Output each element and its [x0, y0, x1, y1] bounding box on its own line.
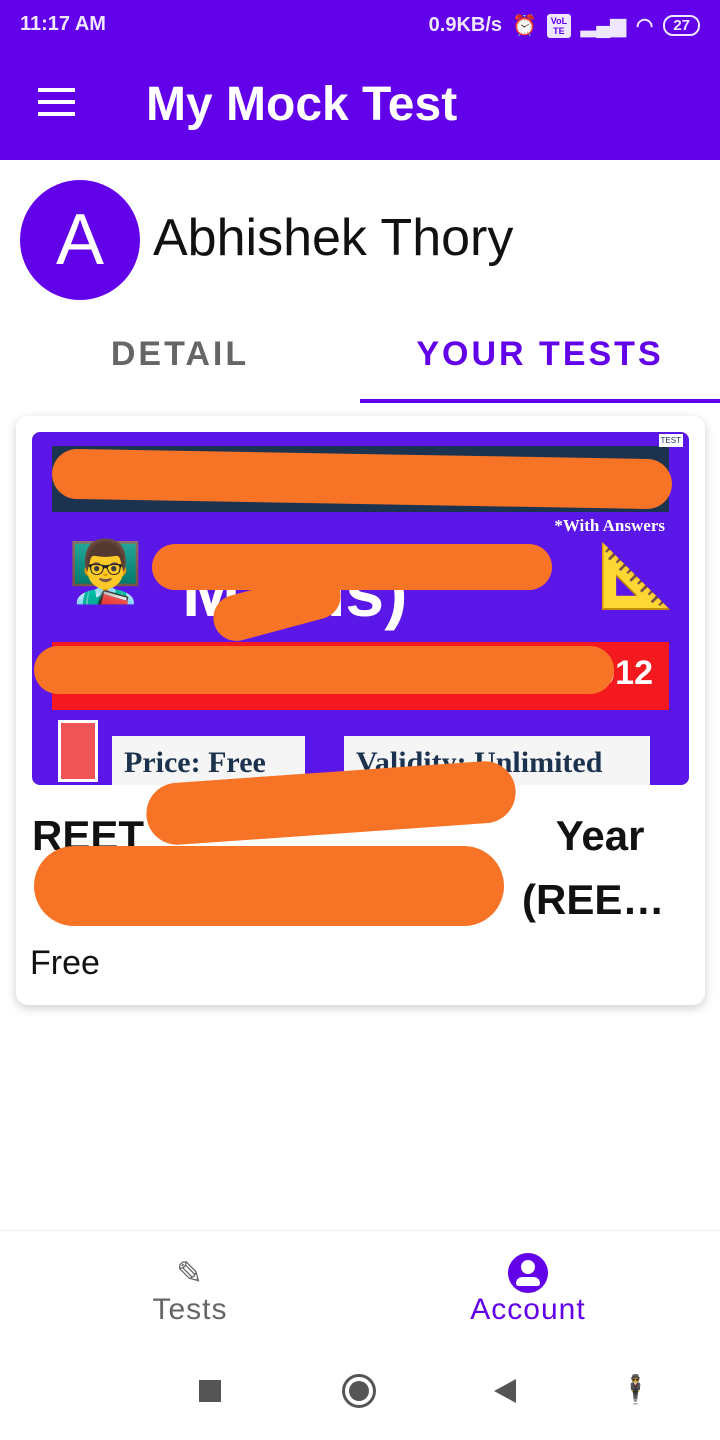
user-name: Abhishek Thory [153, 209, 514, 267]
tests-icon: ✎ [176, 1255, 204, 1291]
test-card[interactable]: TEST *With Answers 👨‍🏫 Maths) 📐 2012 Pri… [16, 416, 705, 1005]
tab-indicator [360, 399, 720, 403]
test-price: Free [30, 944, 100, 982]
nav-account-label: Account [470, 1293, 586, 1326]
status-time: 11:17 AM [20, 13, 106, 35]
test-banner-image: TEST *With Answers 👨‍🏫 Maths) 📐 2012 Pri… [32, 432, 689, 785]
hamburger-icon[interactable] [38, 88, 75, 116]
wifi-icon: ◠ [635, 15, 654, 37]
volte-badge: VoLTE [546, 13, 571, 38]
redaction [34, 646, 614, 694]
title-fragment: (REE… [522, 876, 665, 923]
back-button[interactable] [494, 1379, 516, 1403]
app-title: My Mock Test [146, 78, 458, 131]
alarm-icon: ⏰ [512, 15, 537, 37]
nav-tests[interactable]: ✎ Tests [10, 1253, 370, 1327]
redaction [34, 846, 504, 926]
tab-your-tests[interactable]: YOUR TESTS [360, 335, 720, 374]
tab-detail[interactable]: DETAIL [0, 335, 360, 374]
title-fragment: Year [555, 812, 645, 859]
recents-button[interactable] [199, 1380, 221, 1402]
system-navigation: 🕴 [0, 1355, 720, 1440]
app-bar: My Mock Test [0, 50, 720, 160]
professor-illustration: 👨‍🏫 [68, 538, 143, 605]
account-icon [508, 1253, 548, 1293]
accessibility-icon[interactable]: 🕴 [618, 1373, 653, 1406]
status-bar: 11:17 AM 0.9KB/s ⏰ VoLTE ▂▄▆ ◠ 27 [0, 0, 720, 50]
notepad-icon [58, 720, 98, 782]
signal-icon: ▂▄▆ [580, 15, 626, 37]
ruler-illustration: 📐 [597, 542, 675, 611]
nav-tests-label: Tests [152, 1293, 228, 1326]
test-badge-icon: TEST [658, 434, 683, 447]
net-speed: 0.9KB/s [428, 14, 503, 36]
nav-account[interactable]: Account [348, 1253, 708, 1327]
with-answers-label: *With Answers [554, 516, 665, 535]
battery-indicator: 27 [663, 15, 700, 36]
redaction [152, 544, 552, 590]
bottom-navigation: ✎ Tests Account [0, 1230, 720, 1355]
avatar: A [20, 180, 140, 300]
home-button[interactable] [342, 1374, 376, 1408]
